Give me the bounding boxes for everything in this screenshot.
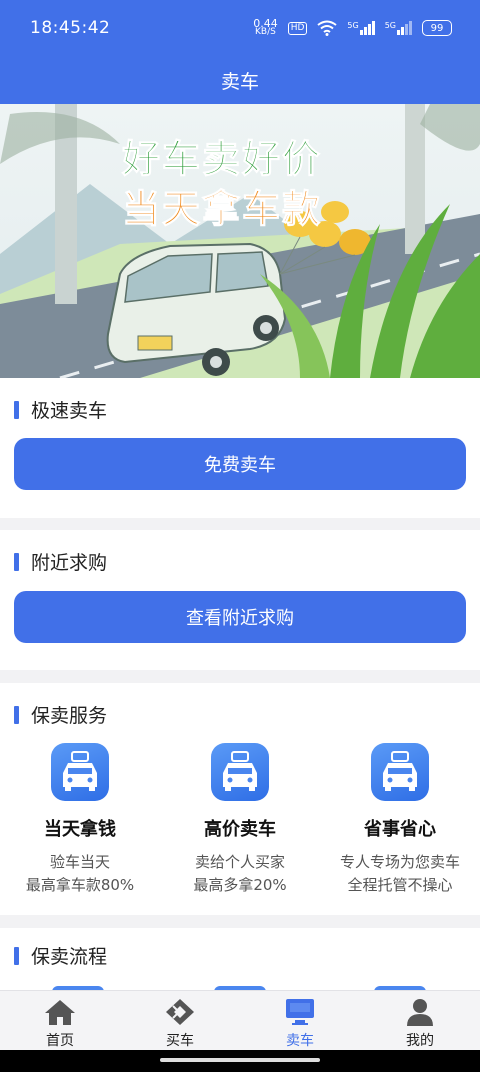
service-item[interactable]: 当天拿钱 验车当天 最高拿车款80% (0, 743, 160, 897)
service-desc-line: 最高拿车款80% (25, 876, 135, 894)
service-desc-line: 最高多拿20% (193, 876, 287, 894)
signal-2-label: 5G (384, 21, 396, 30)
heading-accent-bar (14, 400, 19, 419)
process-section: 保卖流程 (0, 928, 480, 992)
status-bar: 18:45:42 0.44 KB/S HD 5G 5G 99 (0, 0, 480, 56)
fast-sell-heading: 极速卖车 (14, 396, 107, 423)
tab-buy[interactable]: 买车 (120, 991, 240, 1050)
service-item[interactable]: 高价卖车 卖给个人买家 最高多拿20% (160, 743, 320, 897)
process-title: 保卖流程 (31, 946, 108, 968)
service-desc-line: 专人专场为您卖车 (339, 853, 460, 871)
tab-home[interactable]: 首页 (0, 991, 120, 1050)
tab-label: 买车 (166, 1033, 194, 1049)
signal-1-label: 5G (347, 21, 359, 30)
user-icon (407, 999, 433, 1026)
wifi-icon (317, 20, 338, 36)
banner[interactable]: 好车卖好价 当天拿车款 (0, 104, 480, 378)
nearby-section: 附近求购 查看附近求购 (0, 530, 480, 670)
tab-label: 首页 (46, 1033, 74, 1049)
service-name: 当天拿钱 (44, 819, 116, 840)
banner-slogan-2: 当天拿车款 (121, 187, 323, 232)
heading-accent-bar (14, 946, 19, 965)
page-title: 卖车 (220, 70, 259, 93)
tab-label: 我的 (406, 1033, 434, 1049)
signal-bars-icon (359, 21, 375, 35)
free-sell-button[interactable]: 免费卖车 (14, 438, 466, 490)
service-section: 保卖服务 当天拿钱 验车当天 最高拿车款80% 高价卖车 卖给个人买家 最高多拿… (0, 683, 480, 915)
tab-sell[interactable]: 卖车 (240, 991, 360, 1050)
hd-badge: HD (287, 21, 308, 35)
nearby-title: 附近求购 (31, 552, 108, 574)
status-time: 18:45:42 (30, 18, 111, 38)
status-icons: 0.44 KB/S HD 5G 5G 99 (253, 18, 452, 37)
fast-sell-section: 极速卖车 免费卖车 (0, 378, 480, 518)
heading-accent-bar (14, 552, 19, 571)
signal-bars-icon (397, 21, 412, 35)
service-desc-line: 验车当天 (49, 853, 110, 871)
home-indicator[interactable] (160, 1058, 320, 1062)
service-name: 省事省心 (364, 819, 436, 840)
car-icon (51, 743, 109, 801)
net-speed-unit: KB/S (255, 27, 276, 37)
tab-label: 卖车 (286, 1033, 314, 1049)
diamond-icon (166, 999, 194, 1025)
car-icon (371, 743, 429, 801)
service-heading: 保卖服务 (14, 701, 107, 728)
bottom-tab-bar: 首页 买车 卖车 我的 (0, 990, 480, 1050)
fast-sell-title: 极速卖车 (31, 400, 108, 422)
car-icon (211, 743, 269, 801)
home-icon (45, 1000, 75, 1025)
service-desc: 专人专场为您卖车 全程托管不操心 (320, 851, 480, 897)
banner-slogan-1: 好车卖好价 (121, 137, 323, 182)
service-name: 高价卖车 (204, 819, 276, 840)
signal-2: 5G (385, 21, 412, 35)
nearby-heading: 附近求购 (14, 548, 107, 575)
heading-accent-bar (14, 705, 19, 724)
service-desc: 验车当天 最高拿车款80% (0, 851, 160, 897)
monitor-icon (286, 999, 314, 1025)
process-heading: 保卖流程 (14, 942, 107, 969)
service-title: 保卖服务 (31, 705, 108, 727)
service-desc-line: 卖给个人买家 (194, 853, 285, 871)
service-item[interactable]: 省事省心 专人专场为您卖车 全程托管不操心 (320, 743, 480, 897)
net-speed: 0.44 KB/S (253, 18, 278, 37)
gesture-bar (0, 1050, 480, 1072)
tab-mine[interactable]: 我的 (360, 991, 480, 1050)
view-nearby-button[interactable]: 查看附近求购 (14, 591, 466, 643)
battery-icon: 99 (422, 20, 452, 36)
title-bar: 卖车 (0, 56, 480, 104)
service-desc: 卖给个人买家 最高多拿20% (160, 851, 320, 897)
service-desc-line: 全程托管不操心 (347, 876, 453, 894)
signal-1: 5G (347, 21, 375, 35)
